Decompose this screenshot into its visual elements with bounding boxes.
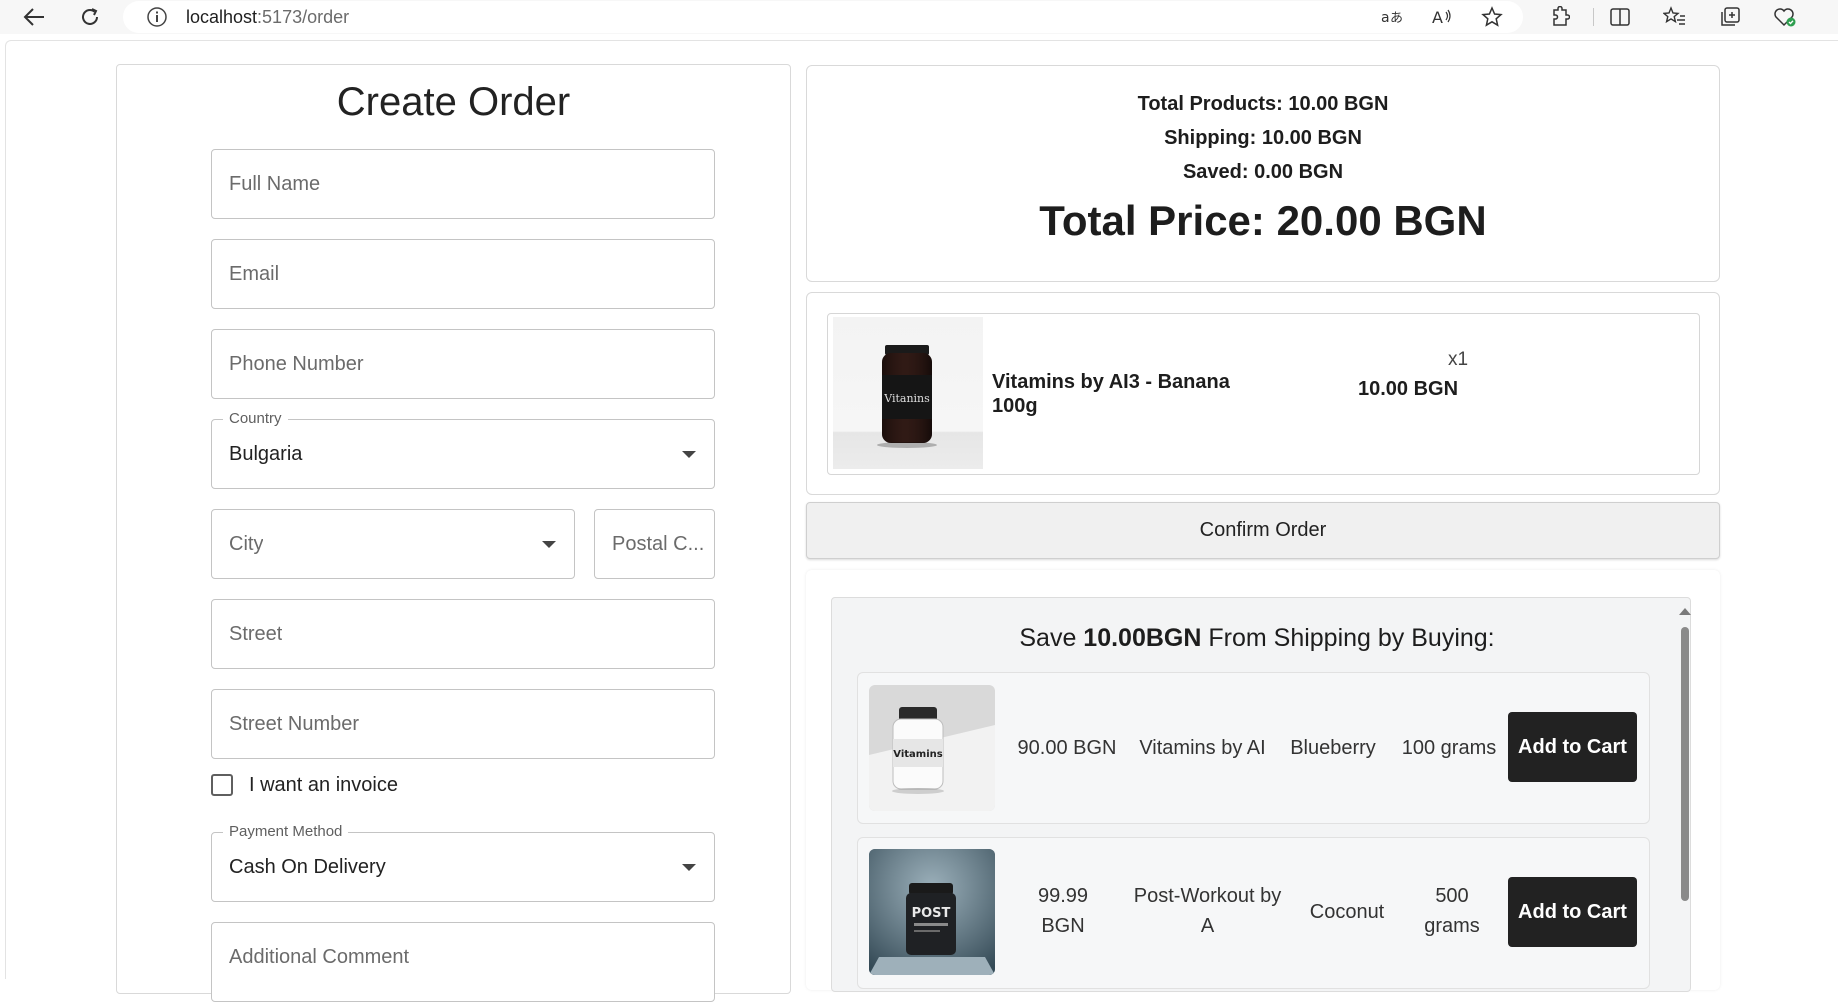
upsell-flavor: Blueberry — [1290, 737, 1376, 759]
street-placeholder: Street — [229, 623, 283, 645]
upsell-label-text: POST — [912, 906, 951, 921]
cart-item-quantity: x1 — [1448, 349, 1469, 370]
page-title: Create Order — [336, 80, 571, 124]
cart-item-price: 10.00 BGN — [1358, 378, 1459, 400]
payment-method-select[interactable]: Payment Method Cash On Delivery — [211, 823, 715, 902]
chevron-down-icon — [682, 451, 696, 458]
back-arrow-icon[interactable] — [18, 3, 50, 31]
browser-toolbar: localhost:5173/order aあ A — [0, 0, 1838, 34]
upsell-name: Post-Workout by A — [1133, 885, 1282, 937]
upsell-product-image: POST — [869, 849, 995, 975]
collections-icon[interactable] — [1715, 3, 1745, 31]
invoice-checkbox[interactable] — [211, 774, 233, 796]
upsell-product-image: Vitamins — [869, 685, 995, 811]
street-number-field[interactable]: Street Number — [211, 689, 715, 759]
add-to-cart-button[interactable]: Add to Cart — [1508, 877, 1637, 947]
city-placeholder: City — [229, 533, 264, 555]
read-aloud-icon[interactable]: A — [1427, 3, 1457, 31]
invoice-label[interactable]: I want an invoice — [249, 774, 398, 797]
country-value: Bulgaria — [229, 443, 303, 465]
street-field[interactable]: Street — [211, 599, 715, 669]
additional-comment-field[interactable]: Additional Comment — [211, 922, 715, 1002]
reload-icon[interactable] — [74, 3, 106, 31]
payment-method-value: Cash On Delivery — [229, 856, 386, 878]
product-label-text: Vitanins — [883, 392, 930, 405]
full-name-placeholder: Full Name — [229, 173, 321, 195]
site-info-icon[interactable] — [146, 6, 168, 28]
email-placeholder: Email — [229, 263, 280, 285]
postal-code-field[interactable]: Postal C... — [594, 509, 715, 579]
svg-text:a: a — [1381, 10, 1390, 26]
total-price: Total Price: 20.00 BGN — [1039, 197, 1487, 244]
upsell-size: 100 grams — [1401, 737, 1497, 759]
product-image: Vitanins — [833, 317, 983, 469]
scrollbar-thumb[interactable] — [1681, 627, 1689, 901]
favorites-list-icon[interactable] — [1660, 3, 1690, 31]
invoice-checkbox-row[interactable]: I want an invoice — [211, 772, 398, 798]
upsell-name: Vitamins by AI — [1139, 737, 1266, 759]
city-select[interactable]: City — [211, 509, 575, 579]
scroll-up-arrow-icon[interactable] — [1679, 608, 1691, 615]
phone-placeholder: Phone Number — [229, 353, 364, 375]
add-to-cart-button[interactable]: Add to Cart — [1508, 712, 1637, 782]
upsell-title: Save 10.00BGN From Shipping by Buying: — [1019, 624, 1495, 652]
chevron-down-icon — [542, 541, 556, 548]
total-products: Total Products: 10.00 BGN — [1137, 93, 1389, 115]
saved-amount: Saved: 0.00 BGN — [1182, 161, 1344, 183]
browser-essentials-icon[interactable] — [1770, 3, 1800, 31]
phone-number-field[interactable]: Phone Number — [211, 329, 715, 399]
cart-item-name: Vitamins by AI3 - Banana 100g — [992, 371, 1230, 417]
translate-icon[interactable]: aあ — [1377, 3, 1407, 31]
shipping-cost: Shipping: 10.00 BGN — [1164, 127, 1362, 149]
comment-placeholder: Additional Comment — [229, 946, 410, 968]
upsell-size: 500 grams — [1424, 885, 1480, 937]
split-screen-icon[interactable] — [1605, 3, 1635, 31]
upsell-price: 90.00 BGN — [1017, 737, 1117, 759]
svg-text:A: A — [1432, 8, 1443, 26]
extensions-icon[interactable] — [1544, 3, 1574, 31]
country-select[interactable]: Country Bulgaria — [211, 410, 715, 489]
chevron-down-icon — [682, 864, 696, 871]
postal-code-placeholder: Postal C... — [612, 533, 705, 555]
address-url[interactable]: localhost:5173/order — [186, 6, 349, 28]
upsell-flavor: Coconut — [1309, 901, 1385, 923]
toolbar-separator — [1593, 8, 1594, 26]
upsell-price: 99.99 BGN — [1037, 885, 1089, 937]
svg-text:あ: あ — [1390, 11, 1403, 26]
email-field[interactable]: Email — [211, 239, 715, 309]
full-name-field[interactable]: Full Name — [211, 149, 715, 219]
street-number-placeholder: Street Number — [229, 713, 360, 735]
favorite-star-icon[interactable] — [1477, 3, 1507, 31]
upsell-amount: 10.00BGN — [1083, 624, 1202, 652]
upsell-label-text: Vitamins — [893, 749, 942, 760]
confirm-order-button[interactable]: Confirm Order — [806, 502, 1720, 559]
